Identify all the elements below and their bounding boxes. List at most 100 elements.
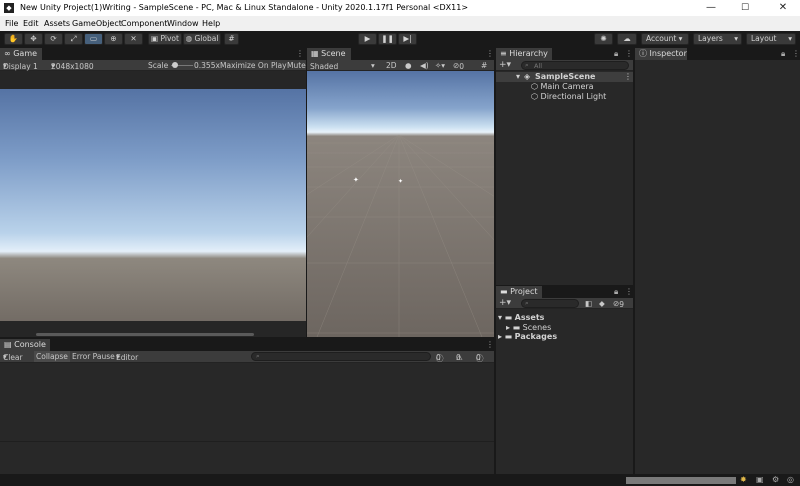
layers-dropdown[interactable]: Layers ▾ — [693, 33, 742, 45]
editor-dropdown[interactable]: Editor ▾ — [116, 352, 138, 362]
play-button[interactable]: ▶ — [358, 33, 377, 45]
project-hidden-icon[interactable]: ⊘ 9 — [613, 299, 624, 309]
display-dropdown[interactable]: Display 1 ▾ — [3, 61, 38, 71]
scene-menu-icon[interactable]: ⋮ — [486, 49, 494, 58]
folder-open-icon: ▬ — [504, 313, 513, 322]
global-toggle[interactable]: ◍ Global — [183, 33, 221, 45]
inspector-lock-icon[interactable]: 🔒︎ — [781, 49, 785, 59]
tab-scene[interactable]: ▦ Scene — [307, 48, 351, 60]
minimize-button[interactable]: — — [696, 0, 726, 16]
tab-inspector-label: Inspector — [649, 49, 687, 58]
maximize-on-play-toggle[interactable]: Maximize On Play — [220, 61, 287, 70]
lighting-toggle-icon[interactable]: ● — [405, 61, 412, 70]
tree-item-directional-light[interactable]: ⬡ Directional Light — [531, 92, 606, 101]
cache-server-icon[interactable]: ▣ — [756, 475, 764, 484]
scene-grid-toggle-icon[interactable]: # — [481, 61, 487, 70]
maximize-button[interactable]: ☐ — [730, 0, 760, 16]
custom-tool-icon[interactable]: ✕ — [124, 33, 143, 45]
console-detail-divider[interactable] — [0, 441, 494, 442]
pause-button[interactable]: ❚❚ — [378, 33, 397, 45]
hidden-objects-icon[interactable]: ⊘ 0 — [453, 61, 464, 71]
tab-inspector[interactable]: ⓘ Inspector — [635, 48, 687, 60]
collapse-arrow-icon[interactable]: ▸ — [498, 332, 502, 341]
auto-generate-icon[interactable]: ◎ — [787, 475, 794, 484]
scenes-label: Scenes — [522, 323, 552, 332]
directional-light-label: Directional Light — [540, 92, 607, 101]
audio-toggle-icon[interactable]: ◀) — [420, 61, 429, 70]
project-hidden-count: 9 — [619, 300, 625, 309]
collab-icon[interactable]: ✺ — [594, 33, 613, 45]
tree-item-samplescene[interactable]: ▾ ◈ SampleScene ⋮ — [496, 72, 633, 82]
grid-snap-icon[interactable]: # — [224, 33, 239, 45]
tab-hierarchy[interactable]: ≡ Hierarchy — [496, 48, 552, 60]
project-lock-icon[interactable]: 🔒︎ — [614, 287, 618, 297]
search-by-label-icon[interactable]: ◆ — [599, 299, 605, 308]
rotate-tool-icon[interactable]: ⟳ — [44, 33, 63, 45]
tab-console-label: Console — [14, 340, 46, 349]
camera-gizmo-icon[interactable]: ✦ — [353, 176, 359, 184]
tab-project[interactable]: ▬ Project — [496, 286, 542, 298]
expand-arrow-icon[interactable]: ▾ — [516, 72, 520, 81]
menu-gameobject[interactable]: GameObject — [72, 19, 122, 28]
scene-name-label: SampleScene — [535, 72, 596, 81]
resolution-dropdown[interactable]: 2048x1080 ▾ — [51, 61, 94, 71]
search-by-type-icon[interactable]: ◧ — [585, 299, 592, 308]
collapse-arrow-icon[interactable]: ▸ — [506, 323, 510, 332]
menu-file[interactable]: File — [5, 19, 18, 28]
game-horizontal-scrollbar[interactable] — [36, 333, 254, 336]
game-view-viewport[interactable] — [0, 89, 306, 321]
scale-slider-thumb[interactable] — [172, 62, 178, 68]
inspector-menu-icon[interactable]: ⋮ — [792, 49, 800, 58]
tree-item-packages[interactable]: ▸ ▬ Packages — [498, 332, 557, 341]
console-menu-icon[interactable]: ⋮ — [486, 340, 494, 349]
hierarchy-panel: ≡ Hierarchy 🔒︎ ⋮ +▾ ⌕ All ▾ ◈ SampleScen… — [496, 48, 633, 285]
pivot-toggle[interactable]: ▣ Pivot — [148, 33, 182, 45]
scene-view-viewport[interactable]: ✦ ✦ — [307, 71, 494, 337]
game-menu-icon[interactable]: ⋮ — [296, 49, 304, 58]
toggle-2d-button[interactable]: 2D — [386, 61, 397, 70]
effects-dropdown-icon[interactable]: ✧▾ — [435, 61, 445, 70]
hierarchy-lock-icon[interactable]: 🔒︎ — [614, 49, 618, 59]
scale-tool-icon[interactable]: ⤢ — [64, 33, 83, 45]
console-tabstrip: ▤ Console ⋮ — [0, 339, 494, 351]
mute-toggle[interactable]: Mute — [287, 61, 306, 70]
project-search-input[interactable]: ⌕ — [521, 299, 579, 308]
menu-window[interactable]: Window — [167, 19, 199, 28]
hierarchy-search-input[interactable]: ⌕ All — [521, 61, 629, 70]
tab-console[interactable]: ▤ Console — [0, 339, 50, 351]
account-dropdown[interactable]: Account ▾ — [641, 33, 689, 45]
project-add-button[interactable]: +▾ — [499, 298, 511, 308]
tree-item-scenes[interactable]: ▸ ▬ Scenes — [506, 323, 551, 332]
hierarchy-menu-icon[interactable]: ⋮ — [625, 49, 633, 58]
error-pause-toggle[interactable]: Error Pause — [72, 352, 115, 361]
game-letterbox-top — [0, 71, 306, 89]
hierarchy-search-placeholder: All — [534, 62, 543, 70]
tab-game[interactable]: ∞ Game — [0, 48, 42, 60]
settings-gear-icon[interactable]: ⚙ — [772, 475, 779, 484]
scene-grid-icon: ▦ — [311, 49, 319, 58]
project-menu-icon[interactable]: ⋮ — [625, 287, 633, 296]
step-button[interactable]: ▶| — [398, 33, 417, 45]
hierarchy-add-button[interactable]: +▾ — [499, 60, 511, 70]
move-tool-icon[interactable]: ✥ — [24, 33, 43, 45]
console-search-input[interactable]: ⌕ — [251, 352, 431, 361]
cloud-icon[interactable]: ☁ — [617, 33, 637, 45]
expand-arrow-icon[interactable]: ▾ — [498, 313, 502, 322]
scene-menu-dots-icon[interactable]: ⋮ — [624, 72, 632, 81]
tree-item-main-camera[interactable]: ⬡ Main Camera — [531, 82, 594, 91]
inspector-tabstrip: ⓘ Inspector 🔒︎ ⋮ — [635, 48, 800, 60]
menu-help[interactable]: Help — [202, 19, 220, 28]
light-gizmo-icon[interactable]: ✦ — [398, 178, 403, 185]
menu-component[interactable]: Component — [121, 19, 167, 28]
debug-bulb-icon[interactable]: ✸ — [740, 475, 747, 484]
collapse-toggle[interactable]: Collapse — [34, 351, 70, 362]
menu-edit[interactable]: Edit — [23, 19, 39, 28]
transform-tool-icon[interactable]: ⊕ — [104, 33, 123, 45]
layout-dropdown[interactable]: Layout ▾ — [746, 33, 796, 45]
hand-tool-icon[interactable]: ✋ — [4, 33, 23, 45]
rect-tool-icon[interactable]: ▭ — [84, 33, 103, 45]
close-button[interactable]: ✕ — [768, 0, 798, 16]
clear-dropdown[interactable]: Clear ▾ — [3, 352, 23, 362]
menu-assets[interactable]: Assets — [44, 19, 70, 28]
tree-item-assets[interactable]: ▾ ▬ Assets — [498, 313, 544, 322]
